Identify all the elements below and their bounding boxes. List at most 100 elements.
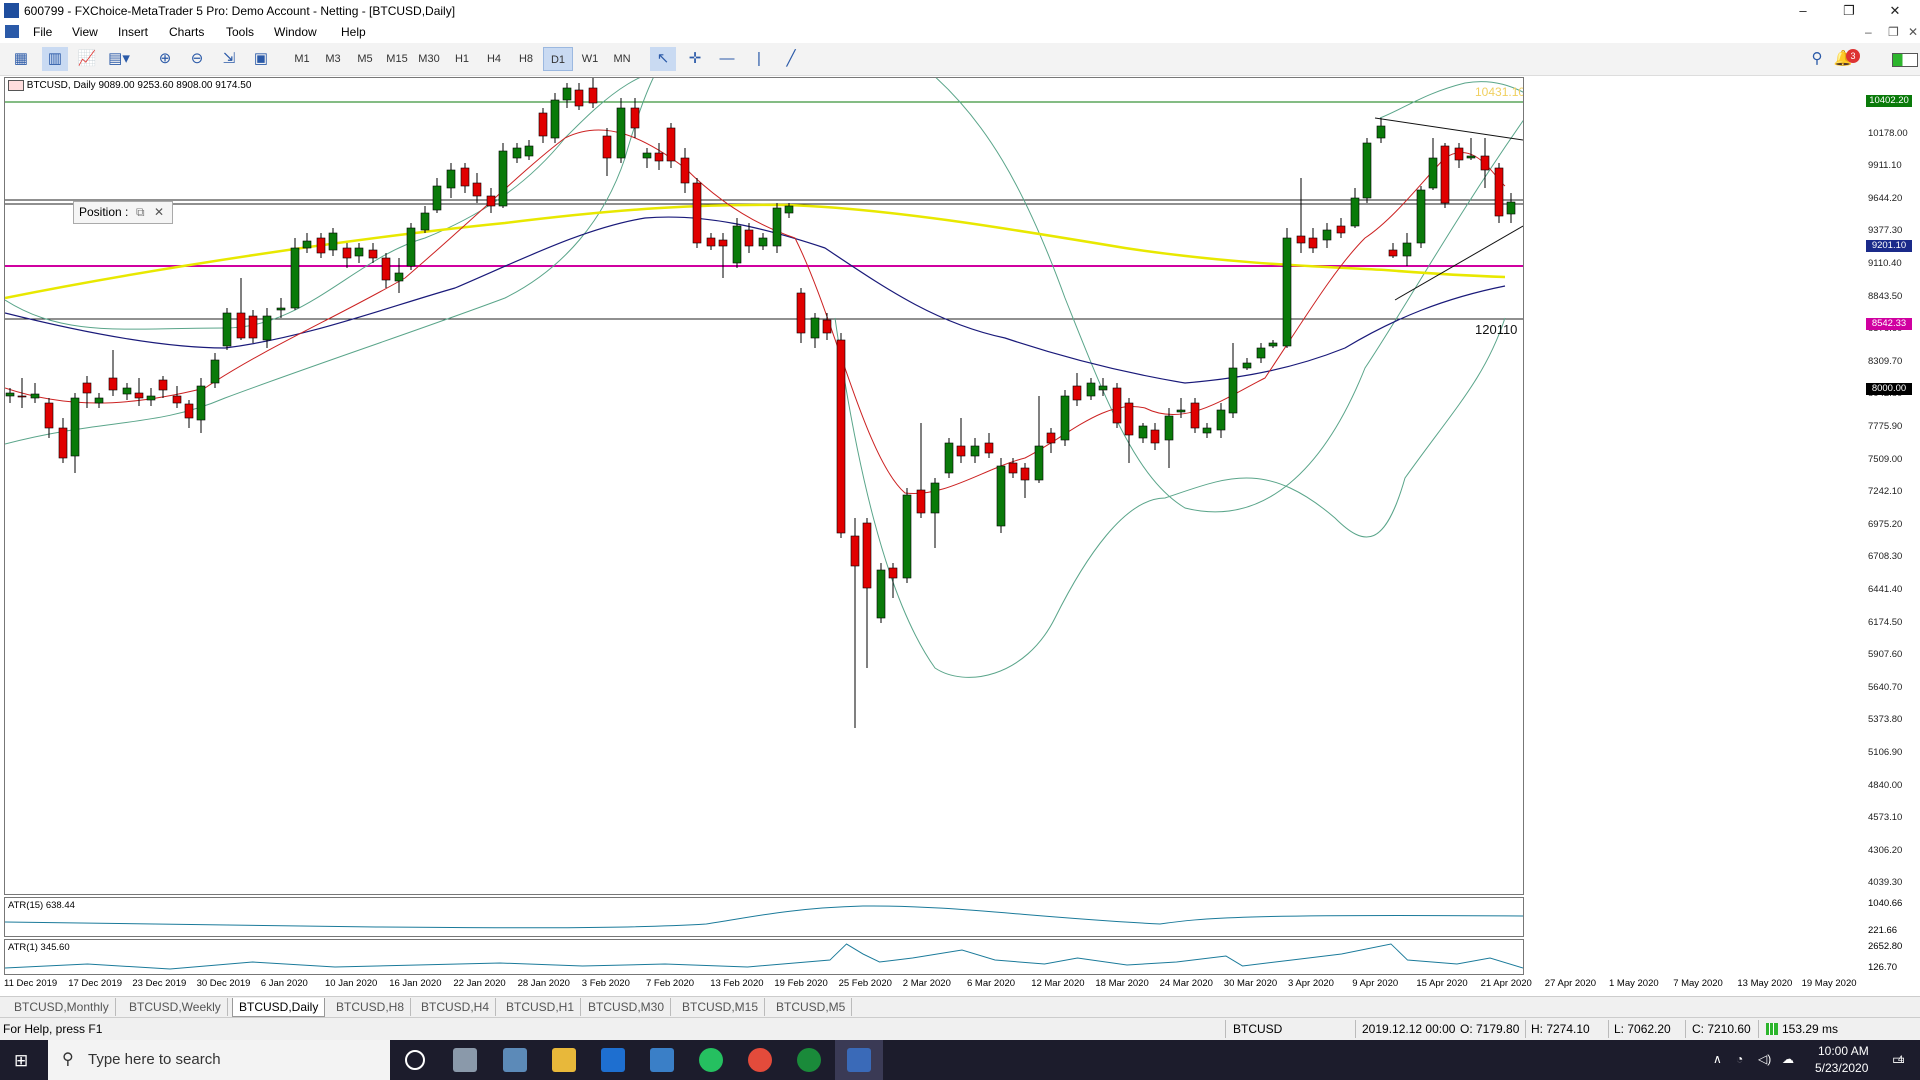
candle-body xyxy=(1296,235,1306,244)
window-title: 600799 - FXChoice-MetaTrader 5 Pro: Demo… xyxy=(24,4,456,18)
crosshair-icon[interactable]: ✛ xyxy=(682,47,708,71)
chart-tab[interactable]: BTCUSD,H4 xyxy=(415,998,497,1016)
chart-tab[interactable]: BTCUSD,H1 xyxy=(500,998,582,1016)
chart-tab[interactable]: BTCUSD,Weekly xyxy=(123,998,228,1016)
price-chart[interactable]: 10431.10 120110 xyxy=(4,77,1524,895)
chart-tab[interactable]: BTCUSD,M30 xyxy=(582,998,672,1016)
action-center-count: 4 xyxy=(1898,1054,1904,1064)
candle-body xyxy=(524,145,534,157)
onedrive-icon[interactable]: ☁ xyxy=(1782,1052,1794,1066)
restore-button[interactable]: ❐ xyxy=(1826,0,1872,22)
candle-body xyxy=(381,257,391,281)
candle-body xyxy=(1072,385,1082,401)
menu-tools[interactable]: Tools xyxy=(226,25,254,39)
network-icon[interactable]: ◔ xyxy=(1736,1052,1743,1066)
panel-restore-icon[interactable]: ⧉ xyxy=(136,202,145,223)
mdi-minimize-button[interactable]: – xyxy=(1865,25,1872,39)
autoscroll-icon[interactable]: ▣ xyxy=(248,47,274,71)
clock-time[interactable]: 10:00 AM xyxy=(1818,1044,1869,1058)
mdi-close-button[interactable]: ✕ xyxy=(1908,25,1918,39)
cursor-icon[interactable]: ↖ xyxy=(650,47,676,71)
timeframe-m30[interactable]: M30 xyxy=(414,47,444,71)
timeframe-mn[interactable]: MN xyxy=(607,47,637,71)
atr15-pane[interactable]: ATR(15) 638.44 xyxy=(4,897,1524,937)
minimize-button[interactable]: – xyxy=(1780,0,1826,22)
time-axis-label: 7 May 2020 xyxy=(1673,978,1723,989)
fxchoice-icon[interactable] xyxy=(847,1048,871,1072)
taskbar-app-icon[interactable] xyxy=(453,1048,477,1072)
candlestick-icon[interactable]: ▥ xyxy=(42,47,68,71)
candle-body xyxy=(134,392,144,399)
close-button[interactable]: ✕ xyxy=(1872,0,1918,22)
volume-icon[interactable]: ◁) xyxy=(1758,1052,1771,1066)
timeframe-d1[interactable]: D1 xyxy=(543,47,573,71)
candle-body xyxy=(1242,362,1252,369)
taskbar-search-input[interactable]: Type here to search xyxy=(88,1051,221,1068)
menu-help[interactable]: Help xyxy=(341,25,366,39)
candle-body xyxy=(302,240,312,249)
candle-body xyxy=(262,315,272,341)
timeframe-h4[interactable]: H4 xyxy=(479,47,509,71)
time-axis[interactable]: 11 Dec 2019 17 Dec 2019 23 Dec 2019 30 Dec … xyxy=(0,975,1864,995)
panel-close-icon[interactable]: ✕ xyxy=(154,202,164,223)
candle-body xyxy=(654,152,664,162)
search-icon[interactable]: ⚲ xyxy=(1804,47,1830,71)
chart-window-icon[interactable] xyxy=(5,25,19,38)
chart-tab[interactable]: BTCUSD,M15 xyxy=(676,998,766,1016)
horizontal-line-icon[interactable]: — xyxy=(714,47,740,71)
file-explorer-icon[interactable] xyxy=(552,1048,576,1072)
timeframe-m15[interactable]: M15 xyxy=(382,47,412,71)
chart-shift-icon[interactable]: ⇲ xyxy=(216,47,242,71)
tray-chevron-icon[interactable]: ∧ xyxy=(1713,1052,1722,1066)
position-panel[interactable]: Position : ⧉ ✕ xyxy=(73,201,173,224)
candle-body xyxy=(1416,189,1426,244)
edge-icon[interactable] xyxy=(601,1048,625,1072)
status-close: C: 7210.60 xyxy=(1692,1022,1751,1036)
timeframe-m5[interactable]: M5 xyxy=(350,47,380,71)
price-axis[interactable]: 10444.8010178.009911.109644.209377.30911… xyxy=(1864,77,1920,985)
menu-charts[interactable]: Charts xyxy=(169,25,204,39)
candle-body xyxy=(1322,229,1332,241)
taskbar-search[interactable]: ⚲ Type here to search xyxy=(48,1040,390,1080)
candle-body xyxy=(512,147,522,159)
zoom-in-icon[interactable]: ⊕ xyxy=(152,47,178,71)
chart-tab[interactable]: BTCUSD,Monthly xyxy=(8,998,116,1016)
atr1-pane[interactable]: ATR(1) 345.60 xyxy=(4,939,1524,975)
chart-tab[interactable]: BTCUSD,Daily xyxy=(232,998,326,1017)
chart-tab[interactable]: BTCUSD,H8 xyxy=(330,998,412,1016)
candle-body xyxy=(1256,347,1266,359)
timeframe-m3[interactable]: M3 xyxy=(318,47,348,71)
candle-body xyxy=(122,387,132,395)
price-axis-label: 5907.60 xyxy=(1868,649,1903,661)
clock-date[interactable]: 5/23/2020 xyxy=(1815,1061,1868,1075)
chart-tab[interactable]: BTCUSD,M5 xyxy=(770,998,853,1016)
task-view-icon[interactable] xyxy=(405,1050,425,1070)
menu-insert[interactable]: Insert xyxy=(118,25,148,39)
candle-body xyxy=(394,272,404,282)
taskbar-app-icon[interactable] xyxy=(503,1048,527,1072)
zoom-out-icon[interactable]: ⊖ xyxy=(184,47,210,71)
whatsapp-icon[interactable] xyxy=(699,1048,723,1072)
menu-file[interactable]: File xyxy=(33,25,52,39)
vertical-line-icon[interactable]: | xyxy=(746,47,772,71)
template-icon[interactable]: ▤▾ xyxy=(106,47,132,71)
chrome-icon[interactable] xyxy=(748,1048,772,1072)
candle-body xyxy=(666,127,676,162)
price-axis-label: 6975.20 xyxy=(1868,518,1903,530)
trendline-icon[interactable]: ╱ xyxy=(778,47,804,71)
menu-view[interactable]: View xyxy=(72,25,98,39)
candle-body xyxy=(472,182,482,197)
line-chart-icon[interactable]: 📈 xyxy=(74,47,100,71)
timeframe-h8[interactable]: H8 xyxy=(511,47,541,71)
timeframe-h1[interactable]: H1 xyxy=(447,47,477,71)
mdi-restore-button[interactable]: ❐ xyxy=(1888,25,1899,39)
menu-window[interactable]: Window xyxy=(274,25,317,39)
taskbar-app-icon[interactable] xyxy=(797,1048,821,1072)
chart-canvas[interactable]: 10431.10 120110 xyxy=(5,78,1523,894)
chart-layout-icon[interactable]: ▦ xyxy=(8,47,34,71)
candle-body xyxy=(82,382,92,394)
timeframe-w1[interactable]: W1 xyxy=(575,47,605,71)
taskbar-app-icon[interactable] xyxy=(650,1048,674,1072)
timeframe-m1[interactable]: M1 xyxy=(287,47,317,71)
windows-start-icon[interactable]: ⊞ xyxy=(14,1051,28,1071)
